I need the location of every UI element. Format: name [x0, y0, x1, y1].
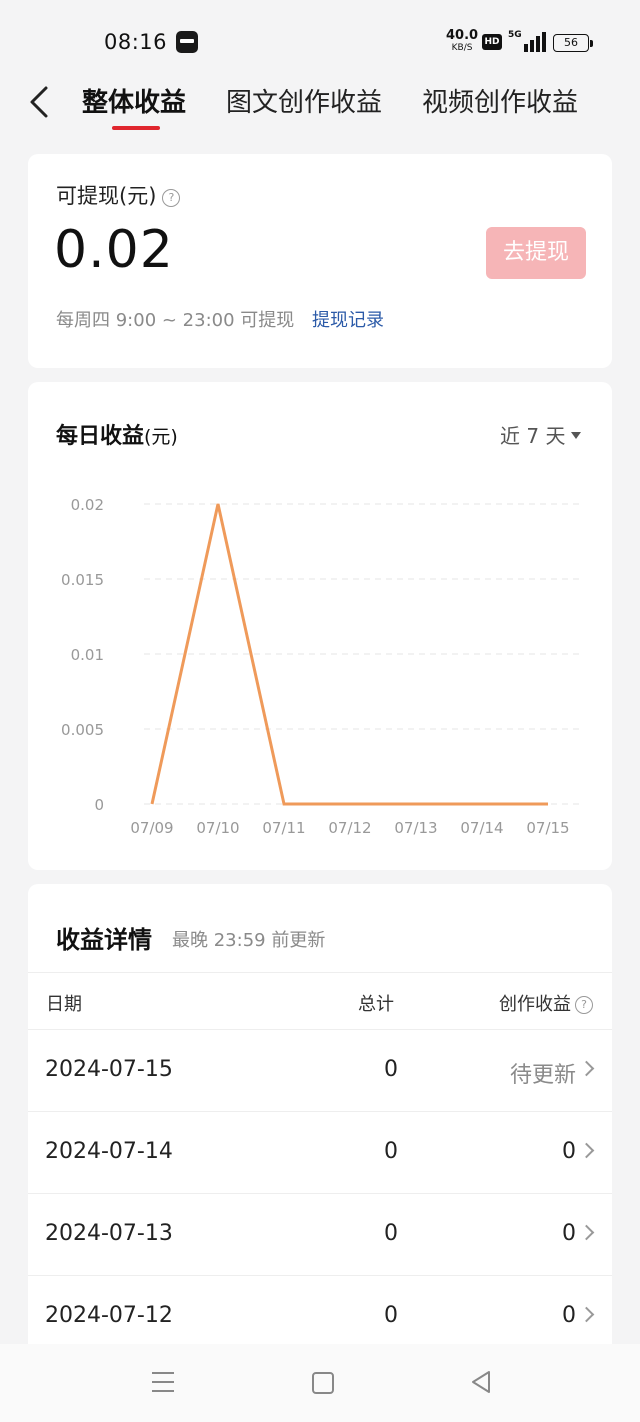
table-row[interactable]: 2024-07-15 0 待更新 — [28, 1029, 612, 1111]
battery-icon: 56 — [553, 34, 593, 52]
x-tick-label: 07/10 — [196, 819, 239, 837]
active-tab-indicator — [112, 126, 160, 130]
back-arrow-icon[interactable] — [26, 84, 56, 120]
tab-video-earnings[interactable]: 视频创作收益 — [422, 82, 578, 119]
x-tick-label: 07/14 — [460, 819, 503, 837]
row-total: 0 — [384, 1139, 398, 1164]
column-header-creation: 创作收益? — [499, 990, 593, 1016]
withdraw-schedule-note: 每周四 9:00 ~ 23:00 可提现 — [56, 310, 295, 331]
x-tick-label: 07/15 — [526, 819, 569, 837]
earnings-details-title: 收益详情 — [56, 926, 152, 954]
chevron-right-icon — [578, 1060, 595, 1077]
daily-earnings-title: 每日收益(元) — [56, 418, 178, 450]
withdraw-history-link[interactable]: 提现记录 — [312, 306, 384, 332]
battery-level: 56 — [564, 36, 578, 49]
network-speed: 40.0 KB/S — [446, 28, 479, 54]
system-navigation-bar — [0, 1344, 640, 1422]
network-type: 5G — [508, 30, 522, 40]
daily-earnings-title-text: 每日收益 — [56, 424, 145, 449]
x-tick-label: 07/09 — [130, 819, 173, 837]
tab-overall-earnings[interactable]: 整体收益 — [82, 82, 186, 119]
earnings-details-update-note: 最晚 23:59 前更新 — [172, 930, 326, 951]
table-row[interactable]: 2024-07-14 0 0 — [28, 1111, 612, 1193]
y-tick-label: 0.015 — [61, 571, 104, 589]
x-tick-label: 07/12 — [328, 819, 371, 837]
table-row[interactable]: 2024-07-13 0 0 — [28, 1193, 612, 1275]
status-time: 08:16 — [104, 30, 168, 54]
divider — [28, 972, 612, 973]
chevron-right-icon — [578, 1224, 595, 1241]
row-total: 0 — [384, 1303, 398, 1328]
network-speed-value: 40.0 — [446, 28, 479, 43]
date-range-dropdown[interactable]: 近 7 天 — [500, 420, 582, 449]
hd-badge: HD — [482, 34, 502, 50]
row-date: 2024-07-15 — [45, 1057, 173, 1082]
withdrawable-label: 可提现(元)? — [56, 180, 181, 210]
app-notification-icon — [176, 31, 198, 53]
network-speed-unit: KB/S — [451, 43, 473, 53]
system-back-icon[interactable] — [470, 1370, 492, 1394]
dropdown-caret-icon — [571, 432, 582, 439]
daily-earnings-unit: (元) — [144, 426, 178, 448]
row-total: 0 — [384, 1057, 398, 1082]
withdrawable-amount: 0.02 — [54, 220, 174, 280]
y-tick-label: 0.02 — [71, 496, 104, 514]
x-tick-label: 07/13 — [394, 819, 437, 837]
daily-earnings-card: 每日收益(元) 近 7 天 0 0.005 0.01 0.015 0.02 07/09 07… — [28, 382, 612, 870]
top-navigation: 整体收益 图文创作收益 视频创作收益 — [0, 72, 640, 142]
earnings-details-card: 收益详情 最晚 23:59 前更新 日期 总计 创作收益? 2024-07-15… — [28, 884, 612, 1354]
help-icon[interactable]: ? — [575, 996, 593, 1014]
signal-icon: 5G — [508, 30, 546, 52]
y-tick-label: 0.01 — [71, 646, 104, 664]
y-tick-label: 0.005 — [61, 721, 104, 739]
row-date: 2024-07-12 — [45, 1303, 173, 1328]
row-creation-earnings: 0 — [562, 1303, 576, 1328]
column-header-creation-text: 创作收益 — [499, 994, 571, 1015]
row-date: 2024-07-13 — [45, 1221, 173, 1246]
column-header-total: 总计 — [358, 994, 394, 1015]
row-total: 0 — [384, 1221, 398, 1246]
tab-article-earnings[interactable]: 图文创作收益 — [226, 82, 382, 119]
row-creation-earnings: 0 — [562, 1221, 576, 1246]
help-icon[interactable]: ? — [162, 189, 181, 207]
x-tick-label: 07/11 — [262, 819, 305, 837]
home-icon[interactable] — [312, 1372, 334, 1394]
chevron-right-icon — [578, 1142, 595, 1159]
chevron-right-icon — [578, 1306, 595, 1323]
row-creation-earnings: 待更新 — [509, 1063, 576, 1088]
y-tick-label: 0 — [94, 796, 104, 814]
withdrawable-label-text: 可提现(元) — [56, 184, 157, 208]
row-creation-earnings: 0 — [562, 1139, 576, 1164]
row-date: 2024-07-14 — [45, 1139, 173, 1164]
withdraw-card: 可提现(元)? 0.02 去提现 每周四 9:00 ~ 23:00 可提现 提现… — [28, 154, 612, 368]
daily-earnings-chart: 0 0.005 0.01 0.015 0.02 07/09 07/10 07/11 07/12 0… — [61, 496, 580, 837]
withdraw-button[interactable]: 去提现 — [486, 227, 586, 279]
status-bar: 08:16 40.0 KB/S HD 5G 56 — [0, 0, 640, 80]
recent-apps-icon[interactable] — [152, 1372, 176, 1392]
date-range-value: 近 7 天 — [500, 424, 566, 448]
column-header-date: 日期 — [46, 994, 82, 1015]
